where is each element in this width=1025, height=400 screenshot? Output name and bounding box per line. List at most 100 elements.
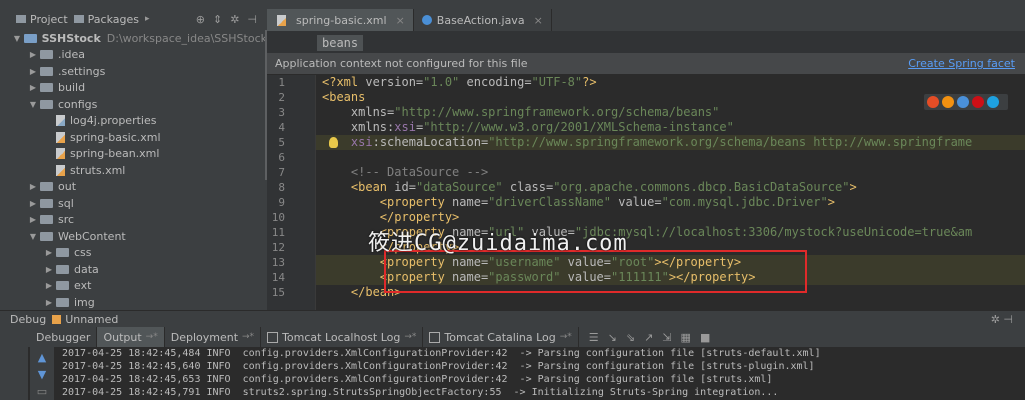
tree-item[interactable]: ▶ css (8, 245, 267, 262)
collapsed-arrow-icon[interactable]: ▶ (44, 265, 54, 274)
tab-output[interactable]: Output →* (97, 327, 165, 347)
tree-item[interactable]: ▶ img (8, 294, 267, 310)
pin-icon[interactable]: →* (404, 332, 416, 342)
tree-item[interactable]: spring-bean.xml (8, 146, 267, 163)
tree-item[interactable]: ▶ .settings (8, 63, 267, 80)
tree-item-label: ext (74, 279, 92, 293)
collapsed-arrow-icon[interactable]: ▶ (28, 83, 38, 92)
down-arrow-icon[interactable]: ▼ (38, 368, 46, 381)
sync-icon[interactable]: ⊕ (196, 13, 205, 26)
firefox-icon[interactable] (942, 96, 954, 108)
tree-item-label: .settings (58, 64, 106, 78)
code-line: <?xml version="1.0" encoding="UTF-8"?> (322, 75, 597, 89)
collapsed-arrow-icon[interactable]: ▶ (44, 248, 54, 257)
tree-item[interactable]: ▶ ext (8, 278, 267, 295)
folder-icon (40, 50, 53, 60)
pin-icon[interactable]: →* (242, 332, 254, 342)
collapsed-arrow-icon[interactable]: ▶ (28, 199, 38, 208)
debug-tabs: Debugger Output →* Deployment →* Tomcat Lo… (0, 327, 1025, 347)
safari-icon[interactable] (957, 96, 969, 108)
collapse-icon[interactable]: ⇕ (213, 13, 222, 26)
folder-icon (40, 231, 53, 241)
wrap-icon[interactable]: ▭ (37, 385, 47, 398)
opera-icon[interactable] (972, 96, 984, 108)
line-number: 15 (271, 286, 285, 299)
tree-item-label: data (74, 262, 99, 276)
collapsed-arrow-icon[interactable]: ▶ (28, 182, 38, 191)
chevron-right-icon[interactable]: ▸ (145, 14, 150, 24)
step-out-icon[interactable]: ↗ (644, 331, 653, 344)
code-line: xsi:schemaLocation="http://www.springfra… (316, 135, 1025, 150)
ie-icon[interactable] (987, 96, 999, 108)
create-spring-facet-link[interactable]: Create Spring facet (908, 57, 1015, 70)
expanded-arrow-icon[interactable]: ▼ (28, 232, 38, 241)
tree-item[interactable]: struts.xml (8, 162, 267, 179)
chrome-icon[interactable] (927, 96, 939, 108)
expanded-arrow-icon[interactable]: ▼ (28, 100, 38, 109)
up-arrow-icon[interactable]: ▲ (38, 351, 46, 364)
project-panel-header: Project Packages ▸ ⊕ ⇕ ✲ ⊣ (8, 9, 267, 29)
line-number: 1 (278, 76, 285, 89)
tree-item[interactable]: ▶ build (8, 80, 267, 97)
run-to-cursor-icon[interactable]: ⇲ (662, 331, 671, 344)
tree-item[interactable]: log4j.properties (8, 113, 267, 130)
breadcrumb: beans (267, 31, 1025, 53)
pin-icon[interactable]: →* (146, 332, 158, 342)
line-number: 11 (271, 226, 285, 239)
breadcrumb-beans[interactable]: beans (317, 35, 364, 51)
tree-item[interactable]: ▼ WebContent (8, 228, 267, 245)
tab-baseaction-java[interactable]: BaseAction.java × (414, 9, 552, 31)
close-icon[interactable]: × (396, 14, 405, 27)
tab-deployment[interactable]: Deployment →* (165, 327, 262, 347)
gear-icon[interactable]: ✲ ⊣ (991, 313, 1025, 326)
folder-icon (40, 83, 53, 93)
tab-tomcat-localhost-log[interactable]: Tomcat Localhost Log →* (261, 327, 424, 347)
xml-file-icon (277, 14, 286, 26)
tree-item[interactable]: ▶ src (8, 212, 267, 229)
tree-item-label: spring-bean.xml (70, 147, 160, 161)
collapsed-arrow-icon[interactable]: ▶ (28, 67, 38, 76)
console-line: 2017-04-25 18:42:45,484 INFO config.prov… (62, 348, 821, 359)
tree-item[interactable]: ▼ configs (8, 96, 267, 113)
tree-item-label: img (74, 295, 95, 309)
expanded-arrow-icon[interactable]: ▼ (12, 34, 22, 43)
gear-icon[interactable]: ✲ (230, 13, 239, 26)
tree-item[interactable]: ▶ sql (8, 195, 267, 212)
debug-toolbar: ☰ ↘ ⇘ ↗ ⇲ ▦ ■ (589, 331, 711, 344)
collapsed-arrow-icon[interactable]: ▶ (44, 281, 54, 290)
code-line: <!-- DataSource --> (350, 165, 489, 179)
pin-icon[interactable]: →* (560, 332, 572, 342)
force-step-icon[interactable]: ⇘ (626, 331, 635, 344)
folder-icon (40, 215, 53, 225)
tree-item[interactable]: spring-basic.xml (8, 129, 267, 146)
console-line: 2017-04-25 18:42:45,653 INFO config.prov… (62, 374, 773, 385)
tree-item[interactable]: ▶ .idea (8, 47, 267, 64)
step-into-icon[interactable]: ↘ (608, 331, 617, 344)
tab-spring-basic-xml[interactable]: spring-basic.xml × (267, 9, 414, 31)
lightbulb-icon[interactable] (329, 137, 338, 148)
tab-debugger[interactable]: Debugger (30, 327, 98, 347)
hide-icon[interactable]: ⊣ (247, 13, 257, 26)
tab-packages[interactable]: Packages (73, 13, 139, 26)
folder-icon (40, 198, 53, 208)
tree-item-label: struts.xml (70, 163, 126, 177)
evaluate-icon[interactable]: ▦ (681, 331, 691, 344)
code-line: <property name="driverClassName" value="… (379, 195, 835, 209)
stop-icon[interactable]: ■ (700, 331, 710, 344)
tree-item[interactable]: ▼ SSHStock D:\workspace_idea\SSHStock (8, 30, 267, 47)
tab-tomcat-catalina-log[interactable]: Tomcat Catalina Log →* (423, 327, 579, 347)
collapsed-arrow-icon[interactable]: ▶ (28, 215, 38, 224)
console-output[interactable]: 2017-04-25 18:42:45,484 INFO config.prov… (54, 347, 1025, 400)
tree-item[interactable]: ▶ data (8, 261, 267, 278)
tree-item[interactable]: ▶ out (8, 179, 267, 196)
step-over-icon[interactable]: ☰ (589, 331, 599, 344)
line-number: 2 (278, 91, 285, 104)
code-line: </property> (379, 210, 460, 224)
tab-project[interactable]: Project (16, 13, 68, 26)
tree-item-label: spring-basic.xml (70, 130, 161, 144)
line-number: 12 (271, 241, 285, 254)
console-line: 2017-04-25 18:42:45,640 INFO config.prov… (62, 361, 815, 372)
collapsed-arrow-icon[interactable]: ▶ (44, 298, 54, 307)
close-icon[interactable]: × (534, 14, 543, 27)
collapsed-arrow-icon[interactable]: ▶ (28, 50, 38, 59)
